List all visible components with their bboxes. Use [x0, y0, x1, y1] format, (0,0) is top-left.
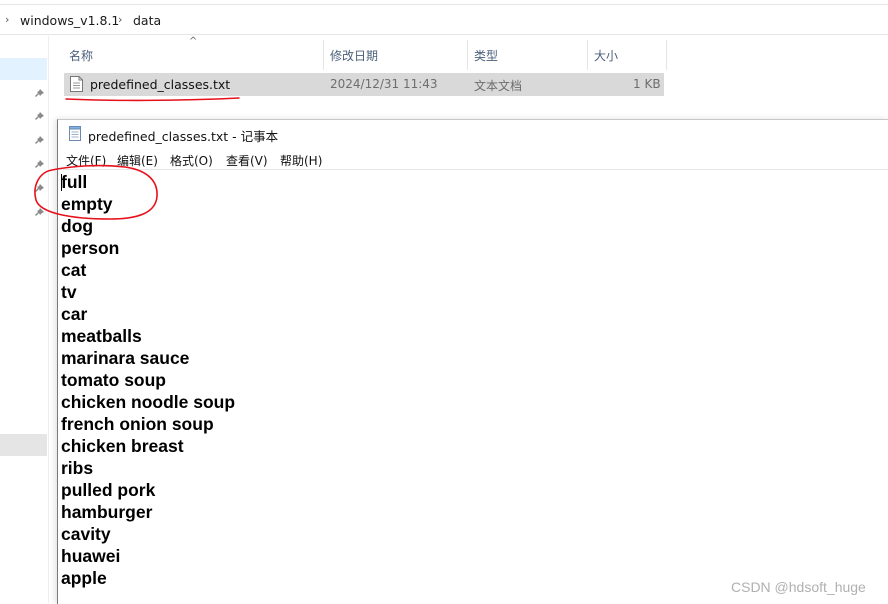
menu-help[interactable]: 帮助(H) [280, 152, 322, 169]
text-line: car [61, 304, 88, 324]
text-line: full [61, 172, 88, 192]
text-line: cat [61, 260, 87, 280]
breadcrumb-item[interactable]: windows_v1.8.1 [20, 13, 119, 28]
window-title: predefined_classes.txt - 记事本 [88, 129, 279, 144]
nav-item-highlight[interactable] [0, 434, 47, 456]
column-header-type[interactable]: 类型 [474, 47, 498, 64]
column-divider[interactable] [587, 40, 588, 70]
column-header-name[interactable]: 名称 [69, 47, 93, 64]
pin-icon[interactable] [34, 88, 45, 99]
text-line: cavity [61, 524, 111, 544]
text-line: french onion soup [61, 414, 214, 434]
pin-icon[interactable] [34, 183, 45, 194]
text-line: tv [61, 282, 77, 302]
column-divider[interactable] [323, 40, 324, 70]
text-line: empty [61, 194, 113, 214]
file-modified-date: 2024/12/31 11:43 [330, 77, 438, 91]
text-line: hamburger [61, 502, 153, 522]
text-line: pulled pork [61, 480, 156, 500]
column-header-date[interactable]: 修改日期 [330, 47, 378, 64]
text-file-icon [70, 76, 83, 92]
text-editor-area[interactable]: full empty dog person cat tv car meatbal… [58, 170, 888, 604]
chevron-right-icon[interactable]: › [118, 13, 122, 26]
column-divider[interactable] [467, 40, 468, 70]
menu-edit[interactable]: 编辑(E) [117, 152, 158, 169]
breadcrumb-item[interactable]: data [133, 13, 161, 28]
menu-file[interactable]: 文件(F) [66, 152, 106, 169]
menu-bar: 文件(F) 编辑(E) 格式(O) 查看(V) 帮助(H) [58, 150, 888, 170]
text-line: dog [61, 216, 94, 236]
notepad-window[interactable]: predefined_classes.txt - 记事本 文件(F) 编辑(E)… [57, 119, 888, 604]
menu-format[interactable]: 格式(O) [170, 152, 213, 169]
column-header-size[interactable]: 大小 [594, 47, 618, 64]
pin-icon[interactable] [34, 135, 45, 146]
text-line: person [61, 238, 120, 258]
text-line: ribs [61, 458, 94, 478]
nav-item-selected[interactable] [0, 58, 47, 80]
pin-icon[interactable] [34, 159, 45, 170]
file-name[interactable]: predefined_classes.txt [90, 77, 230, 92]
file-type: 文本文档 [474, 79, 523, 93]
text-line: marinara sauce [61, 348, 190, 368]
text-line: chicken breast [61, 436, 184, 456]
text-line: huawei [61, 546, 121, 566]
column-divider[interactable] [666, 40, 667, 70]
sort-ascending-icon[interactable]: ^ [189, 36, 197, 47]
text-caret [61, 174, 62, 191]
window-top-edge [0, 4, 888, 5]
text-line: meatballs [61, 326, 142, 346]
menu-view[interactable]: 查看(V) [226, 152, 268, 169]
text-lines: full empty dog person cat tv car meatbal… [61, 171, 235, 589]
file-row[interactable]: predefined_classes.txt 2024/12/31 11:43 … [64, 73, 664, 96]
text-line: tomato soup [61, 370, 166, 390]
pin-icon[interactable] [34, 207, 45, 218]
address-bar[interactable]: › windows_v1.8.1 › data [0, 9, 888, 35]
chevron-right-icon[interactable]: › [5, 13, 9, 26]
text-line: chicken noodle soup [61, 392, 236, 412]
text-line: apple [61, 568, 107, 588]
csdn-watermark: CSDN @hdsoft_huge [731, 579, 866, 595]
notepad-icon [69, 126, 81, 141]
file-size: 1 KB [633, 77, 661, 91]
pin-icon[interactable] [34, 111, 45, 122]
